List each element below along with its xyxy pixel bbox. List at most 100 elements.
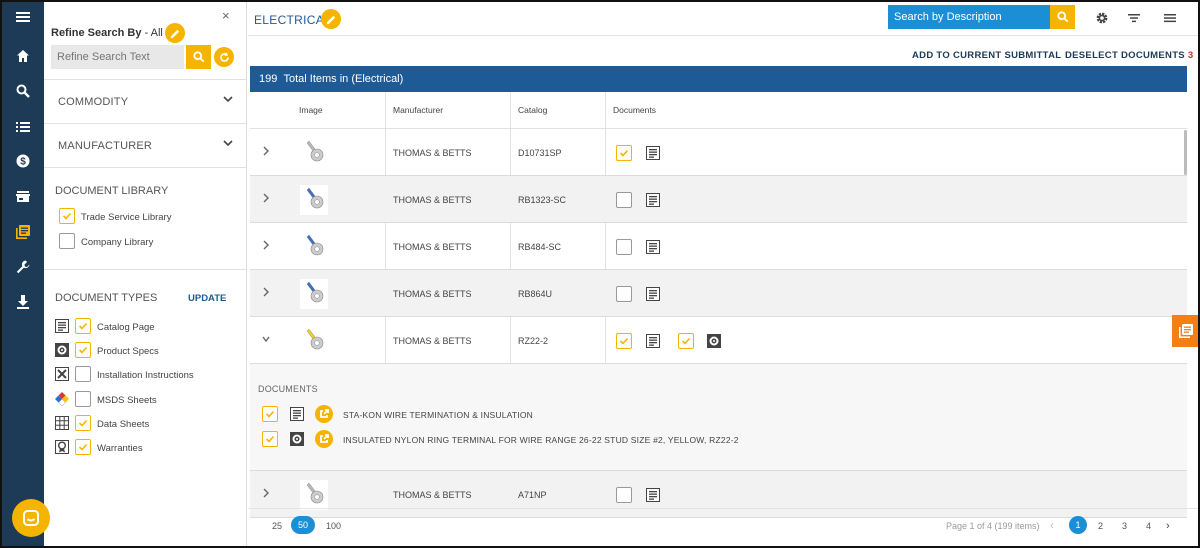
accordion-manufacturer[interactable]: MANUFACTURER bbox=[44, 123, 247, 167]
page-3[interactable]: 3 bbox=[1122, 521, 1127, 531]
wrench-icon[interactable] bbox=[2, 256, 44, 278]
chevron-down-icon bbox=[223, 94, 233, 104]
document-checkbox[interactable] bbox=[616, 286, 632, 302]
library-icon[interactable] bbox=[2, 221, 44, 243]
edit-title-button[interactable] bbox=[321, 9, 341, 29]
search-icon[interactable] bbox=[2, 80, 44, 102]
tools-icon bbox=[55, 367, 69, 381]
document-checkbox[interactable] bbox=[616, 145, 632, 161]
deselect-documents-link[interactable]: DESELECT DOCUMENTS 3 bbox=[1065, 50, 1193, 61]
catalog-page-icon bbox=[290, 407, 304, 421]
refine-panel: × Refine Search By - All COMMODITY MANUF… bbox=[44, 2, 247, 546]
close-panel-icon[interactable]: × bbox=[222, 8, 230, 23]
pencil-icon bbox=[170, 29, 179, 38]
checkbox-msds-sheets[interactable] bbox=[75, 391, 91, 407]
page-info: Page 1 of 4 (199 items) bbox=[946, 521, 1040, 531]
catalog-page-icon[interactable] bbox=[646, 488, 660, 502]
chat-button[interactable] bbox=[12, 499, 50, 537]
page-2[interactable]: 2 bbox=[1098, 521, 1103, 531]
checkbox-label: Warranties bbox=[97, 443, 143, 454]
document-checkbox[interactable] bbox=[616, 487, 632, 503]
download-icon[interactable] bbox=[2, 291, 44, 313]
doc-checkbox[interactable] bbox=[262, 431, 278, 447]
table-row[interactable]: THOMAS & BETTS RB484-SC bbox=[250, 223, 1187, 270]
catalog-page-icon[interactable] bbox=[646, 193, 660, 207]
manufacturer-cell: THOMAS & BETTS bbox=[393, 148, 472, 158]
menu-icon[interactable] bbox=[2, 6, 44, 28]
refine-search-input[interactable] bbox=[51, 45, 184, 69]
document-library-tab[interactable] bbox=[1172, 315, 1198, 347]
checkbox-warranties[interactable] bbox=[75, 439, 91, 455]
column-header-image: Image bbox=[299, 105, 323, 115]
list-icon[interactable] bbox=[2, 116, 44, 138]
top-bar: ELECTRICAL bbox=[248, 2, 1198, 36]
menu-icon[interactable] bbox=[1162, 10, 1178, 26]
prev-page-button[interactable]: ‹ bbox=[1050, 520, 1054, 532]
checkbox-installation-instructions[interactable] bbox=[75, 366, 91, 382]
catalog-page-icon bbox=[55, 319, 69, 333]
checkbox-label: Product Specs bbox=[97, 346, 159, 357]
description-search-button[interactable] bbox=[1050, 5, 1075, 29]
product-image bbox=[300, 185, 328, 215]
table-row[interactable]: THOMAS & BETTS RB864U bbox=[250, 270, 1187, 317]
catalog-cell: A71NP bbox=[518, 490, 547, 500]
checkbox-company-library[interactable] bbox=[59, 233, 75, 249]
document-checkbox[interactable] bbox=[616, 239, 632, 255]
filter-icon[interactable] bbox=[1126, 10, 1142, 26]
accordion-label: MANUFACTURER bbox=[58, 140, 153, 152]
open-document-button[interactable] bbox=[315, 430, 333, 448]
checkbox-catalog-page[interactable] bbox=[75, 318, 91, 334]
page-1[interactable]: 1 bbox=[1069, 516, 1087, 534]
catalog-page-icon[interactable] bbox=[646, 334, 660, 348]
dollar-icon[interactable]: $ bbox=[2, 150, 44, 172]
open-document-button[interactable] bbox=[315, 405, 333, 423]
gear-icon[interactable] bbox=[707, 334, 721, 348]
divider bbox=[44, 167, 247, 168]
checkbox-trade-service-library[interactable] bbox=[59, 208, 75, 224]
chevron-down-icon bbox=[223, 138, 233, 148]
doc-checkbox[interactable] bbox=[262, 406, 278, 422]
home-icon[interactable] bbox=[2, 45, 44, 67]
add-to-submittal-link[interactable]: ADD TO CURRENT SUBMITTAL bbox=[912, 50, 1061, 61]
chevron-right-icon[interactable] bbox=[262, 146, 270, 156]
page-4[interactable]: 4 bbox=[1146, 521, 1151, 531]
edit-refine-button[interactable] bbox=[165, 23, 185, 43]
refresh-button[interactable] bbox=[214, 47, 234, 67]
refine-search-button[interactable] bbox=[186, 45, 211, 69]
table-row[interactable]: THOMAS & BETTS D10731SP bbox=[250, 129, 1187, 176]
page-size-100[interactable]: 100 bbox=[326, 521, 341, 531]
update-link[interactable]: UPDATE bbox=[188, 293, 226, 304]
search-icon bbox=[1056, 11, 1068, 23]
chevron-right-icon[interactable] bbox=[262, 287, 270, 297]
catalog-cell: RZ22-2 bbox=[518, 336, 549, 346]
catalog-page-icon[interactable] bbox=[646, 146, 660, 160]
chevron-down-icon[interactable] bbox=[262, 334, 270, 344]
catalog-cell: RB864U bbox=[518, 289, 553, 299]
scrollbar-thumb[interactable] bbox=[1184, 130, 1187, 175]
pencil-icon bbox=[326, 15, 335, 24]
page-title: ELECTRICAL bbox=[254, 13, 332, 27]
document-checkbox[interactable] bbox=[678, 333, 694, 349]
page-size-25[interactable]: 25 bbox=[272, 521, 282, 531]
accordion-commodity[interactable]: COMMODITY bbox=[44, 79, 247, 123]
description-search-input[interactable] bbox=[888, 5, 1050, 29]
msds-diamond-icon bbox=[55, 392, 69, 406]
table-row[interactable]: THOMAS & BETTS RZ22-2 bbox=[250, 317, 1187, 364]
catalog-page-icon[interactable] bbox=[646, 240, 660, 254]
table-row[interactable]: THOMAS & BETTS RB1323-SC bbox=[250, 176, 1187, 223]
chevron-right-icon[interactable] bbox=[262, 193, 270, 203]
manufacturer-cell: THOMAS & BETTS bbox=[393, 242, 472, 252]
catalog-page-icon[interactable] bbox=[646, 287, 660, 301]
document-checkbox[interactable] bbox=[616, 333, 632, 349]
document-checkbox[interactable] bbox=[616, 192, 632, 208]
product-image bbox=[300, 279, 328, 309]
settings-gear-icon[interactable] bbox=[1094, 10, 1110, 26]
chevron-right-icon[interactable] bbox=[262, 488, 270, 498]
store-icon[interactable] bbox=[2, 185, 44, 207]
checkbox-data-sheets[interactable] bbox=[75, 415, 91, 431]
page-size-50[interactable]: 50 bbox=[291, 516, 315, 534]
chevron-right-icon[interactable] bbox=[262, 240, 270, 250]
deselect-count: 3 bbox=[1187, 50, 1194, 61]
next-page-button[interactable]: › bbox=[1166, 520, 1170, 532]
checkbox-product-specs[interactable] bbox=[75, 342, 91, 358]
